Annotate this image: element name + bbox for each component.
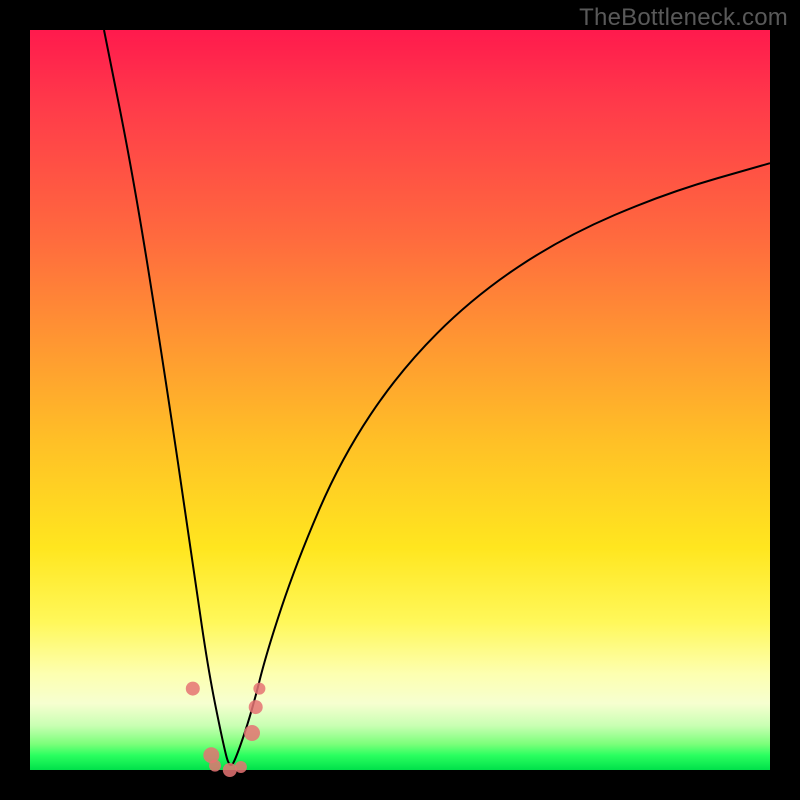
plot-area bbox=[30, 30, 770, 770]
data-marker bbox=[253, 683, 265, 695]
data-marker bbox=[209, 760, 221, 772]
chart-frame: TheBottleneck.com bbox=[0, 0, 800, 800]
data-marker bbox=[249, 700, 263, 714]
data-marker bbox=[223, 763, 237, 777]
data-marker bbox=[244, 725, 260, 741]
bottleneck-curve bbox=[30, 30, 770, 770]
data-marker bbox=[186, 682, 200, 696]
data-marker bbox=[235, 761, 247, 773]
attribution-label: TheBottleneck.com bbox=[579, 4, 788, 32]
markers-group bbox=[186, 682, 266, 777]
curve-path bbox=[104, 30, 770, 765]
